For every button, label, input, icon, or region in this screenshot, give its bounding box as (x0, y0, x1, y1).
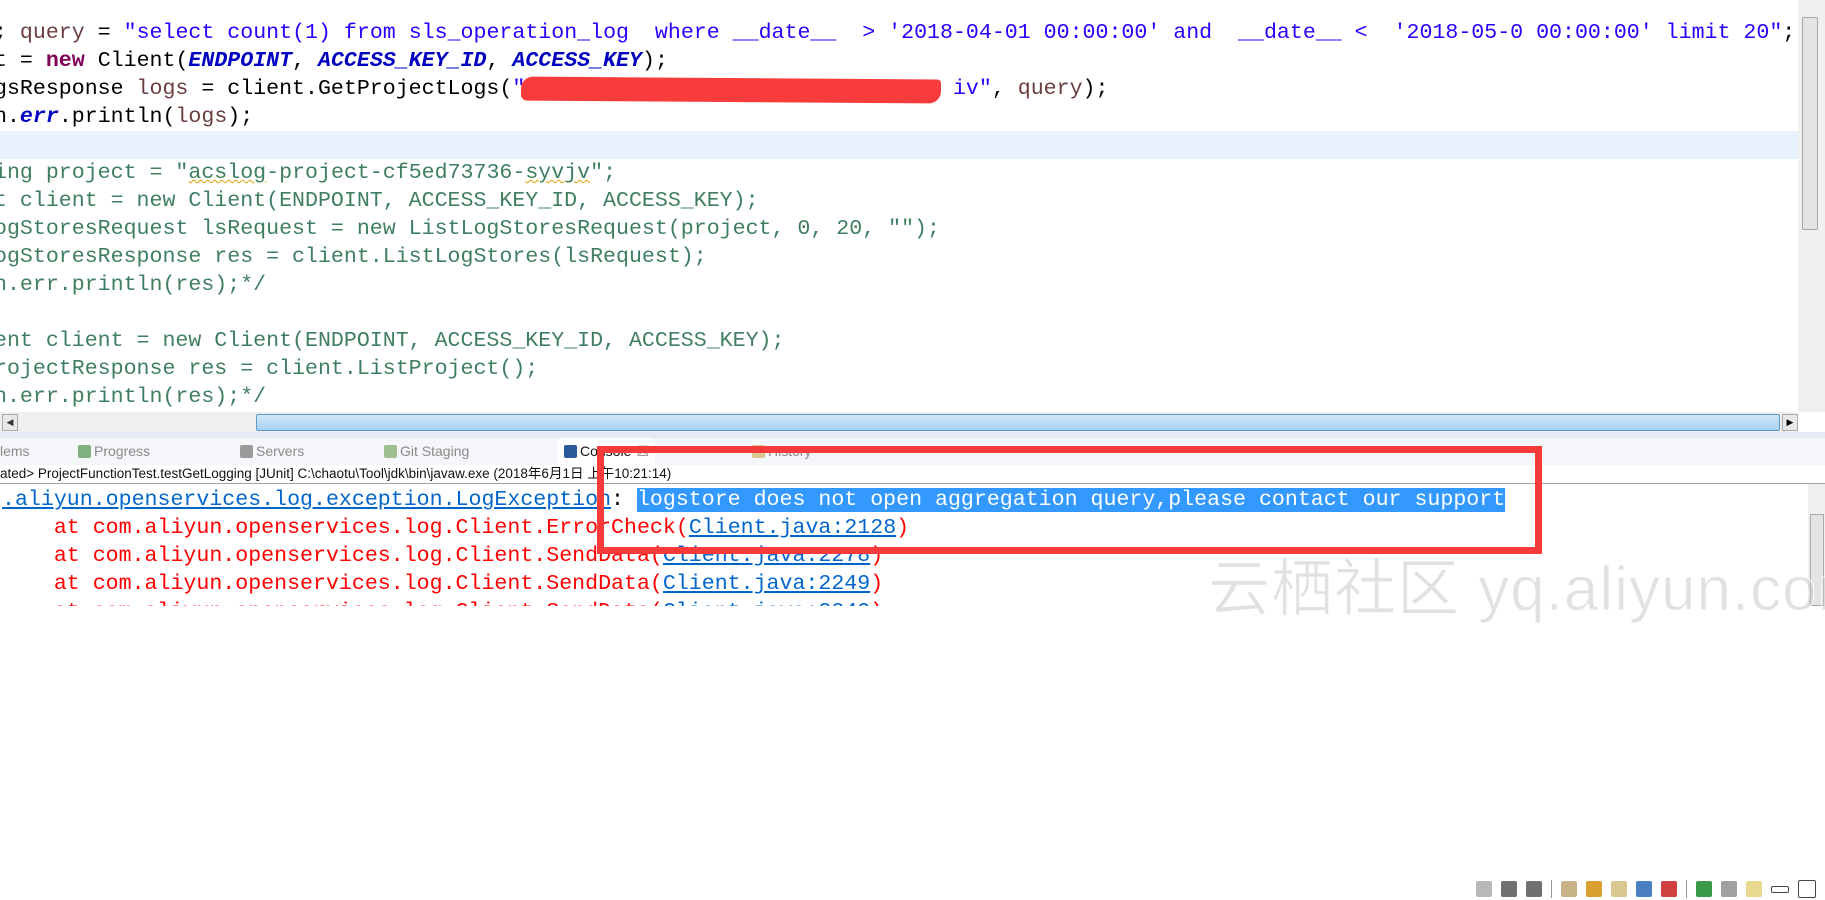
code-editor[interactable]: ; query = "select count(1) from sls_oper… (0, 0, 1798, 412)
tab-lems[interactable]: lems (0, 438, 30, 465)
code-token: ENDPOINT (188, 49, 293, 73)
watermark: 云栖社区 yq.aliyun.com (1207, 555, 1825, 625)
code-token: syvjv (525, 161, 591, 185)
code-token: ; (0, 21, 20, 45)
editor-vertical-scrollbar[interactable] (1798, 0, 1825, 412)
code-line: n.err.println(res);*/ (0, 271, 266, 299)
code-token: Client( (84, 49, 189, 73)
code-line: t client = new Client(ENDPOINT, ACCESS_K… (0, 187, 759, 215)
stack-frame-text: ) (870, 600, 883, 606)
code-token: ogStoresRequest lsRequest = new ListLogS… (0, 217, 940, 241)
code-token: ACCESS_KEY (512, 49, 642, 73)
code-token: ing project = " (0, 161, 189, 185)
toolbar-separator (1551, 880, 1552, 898)
tab-progress[interactable]: Progress (78, 438, 150, 465)
code-token: ); (1082, 77, 1109, 101)
code-token: n.err.println(res);*/ (0, 273, 267, 297)
clear-console-icon[interactable] (1561, 881, 1577, 897)
code-token: ); (227, 105, 254, 129)
code-token: ); (641, 49, 668, 73)
code-line: n.err.println(res);*/ (0, 383, 266, 411)
stack-frame-text: at com.aliyun.openservices.log.Client.Se… (2, 572, 663, 596)
code-token: n.err.println(res);*/ (0, 385, 267, 409)
code-token: acslog (188, 161, 267, 185)
code-token: new (45, 49, 85, 73)
source-link[interactable]: Client.java:2249 (663, 572, 870, 596)
stack-frame-text: ) (870, 572, 884, 596)
exception-class-link[interactable]: .aliyun.openservices.log.exception.LogEx… (2, 488, 611, 512)
terminate-icon[interactable] (1476, 881, 1492, 897)
display-console-icon[interactable] (1721, 881, 1737, 897)
code-token: .println( (58, 105, 176, 129)
stack-frame-text: at com.aliyun.openservices.log.Client.Er… (2, 516, 689, 540)
editor-horizontal-scrollbar[interactable]: ◀ ▶ (0, 412, 1798, 432)
tab-servers[interactable]: Servers (240, 438, 304, 465)
maximize-icon[interactable] (1798, 880, 1816, 898)
stack-frame-text: at com.aliyun.openservices.log.Client.Se… (2, 544, 663, 568)
source-link[interactable]: Client.java:2240 (663, 600, 870, 606)
git-staging-icon (384, 445, 397, 458)
scroll-left-arrow-icon[interactable]: ◀ (2, 414, 18, 431)
code-token: "; (590, 161, 617, 185)
tab-label: lems (0, 443, 30, 459)
open-console-icon[interactable] (1746, 881, 1762, 897)
stack-frame-line: at com.aliyun.openservices.log.Client.Se… (2, 570, 883, 598)
code-line: rojectResponse res = client.ListProject(… (0, 355, 538, 383)
scroll-right-arrow-icon[interactable]: ▶ (1782, 414, 1798, 431)
stack-frame-line: at com.aliyun.openservices.log.Client.Se… (2, 598, 883, 606)
show-stdout-icon[interactable] (1636, 881, 1652, 897)
code-token: gsResponse (0, 77, 137, 101)
code-token: n. (0, 105, 20, 129)
code-line: ; query = "select count(1) from sls_oper… (0, 19, 1795, 47)
console-toolbar (1476, 878, 1816, 900)
code-token: , (991, 77, 1018, 101)
scrollbar-thumb[interactable] (256, 414, 1780, 431)
code-token: , (486, 49, 513, 73)
code-token: ent client = new Client(ENDPOINT, ACCESS… (0, 329, 785, 353)
code-token: t = (0, 49, 33, 73)
code-token: t client = new Client(ENDPOINT, ACCESS_K… (0, 189, 759, 213)
redaction-scribble (520, 76, 942, 104)
minimize-icon[interactable] (1771, 885, 1789, 893)
tab-label: Git Staging (400, 443, 470, 459)
code-token: query (19, 21, 85, 45)
code-line: t = new Client(ENDPOINT, ACCESS_KEY_ID, … (0, 47, 668, 75)
scroll-lock-icon[interactable] (1586, 881, 1602, 897)
code-token: ACCESS_KEY_ID (318, 49, 487, 73)
pin-console-icon[interactable] (1696, 881, 1712, 897)
code-line: ogStoresResponse res = client.ListLogSto… (0, 243, 707, 271)
code-token: "select count(1) from sls_operation_log … (123, 21, 1783, 45)
toolbar-separator (1686, 880, 1687, 898)
remove-launch-icon[interactable] (1501, 881, 1517, 897)
code-token: = (84, 21, 124, 45)
code-line: ent client = new Client(ENDPOINT, ACCESS… (0, 327, 784, 355)
code-line: ogStoresRequest lsRequest = new ListLogS… (0, 215, 940, 243)
show-stderr-icon[interactable] (1661, 881, 1677, 897)
code-token: = client.GetProjectLogs( (188, 77, 513, 101)
code-token: ; (1782, 21, 1796, 45)
stack-frame-text: at com.aliyun.openservices.log.Client.Se… (2, 600, 663, 606)
code-token: rojectResponse res = client.ListProject(… (0, 357, 539, 381)
tab-git-staging[interactable]: Git Staging (384, 438, 469, 465)
scrollbar-thumb[interactable] (1802, 17, 1818, 230)
tab-label: Servers (256, 443, 305, 459)
tab-label: Progress (94, 443, 151, 459)
code-token: logs (136, 77, 189, 101)
code-token: err (19, 105, 59, 129)
servers-icon (240, 445, 253, 458)
progress-icon (78, 445, 91, 458)
code-token: ogStoresResponse res = client.ListLogSto… (0, 245, 707, 269)
code-token: query (1017, 77, 1083, 101)
code-line: n.err.println(logs); (0, 103, 253, 131)
code-token: logs (175, 105, 228, 129)
word-wrap-icon[interactable] (1611, 881, 1627, 897)
current-line-highlight (0, 131, 1798, 159)
code-token: -project-cf5ed73736- (266, 161, 526, 185)
remove-all-icon[interactable] (1526, 881, 1542, 897)
console-icon (564, 445, 577, 458)
code-line: ing project = "acslog-project-cf5ed73736… (0, 159, 616, 187)
code-token: , (292, 49, 318, 73)
